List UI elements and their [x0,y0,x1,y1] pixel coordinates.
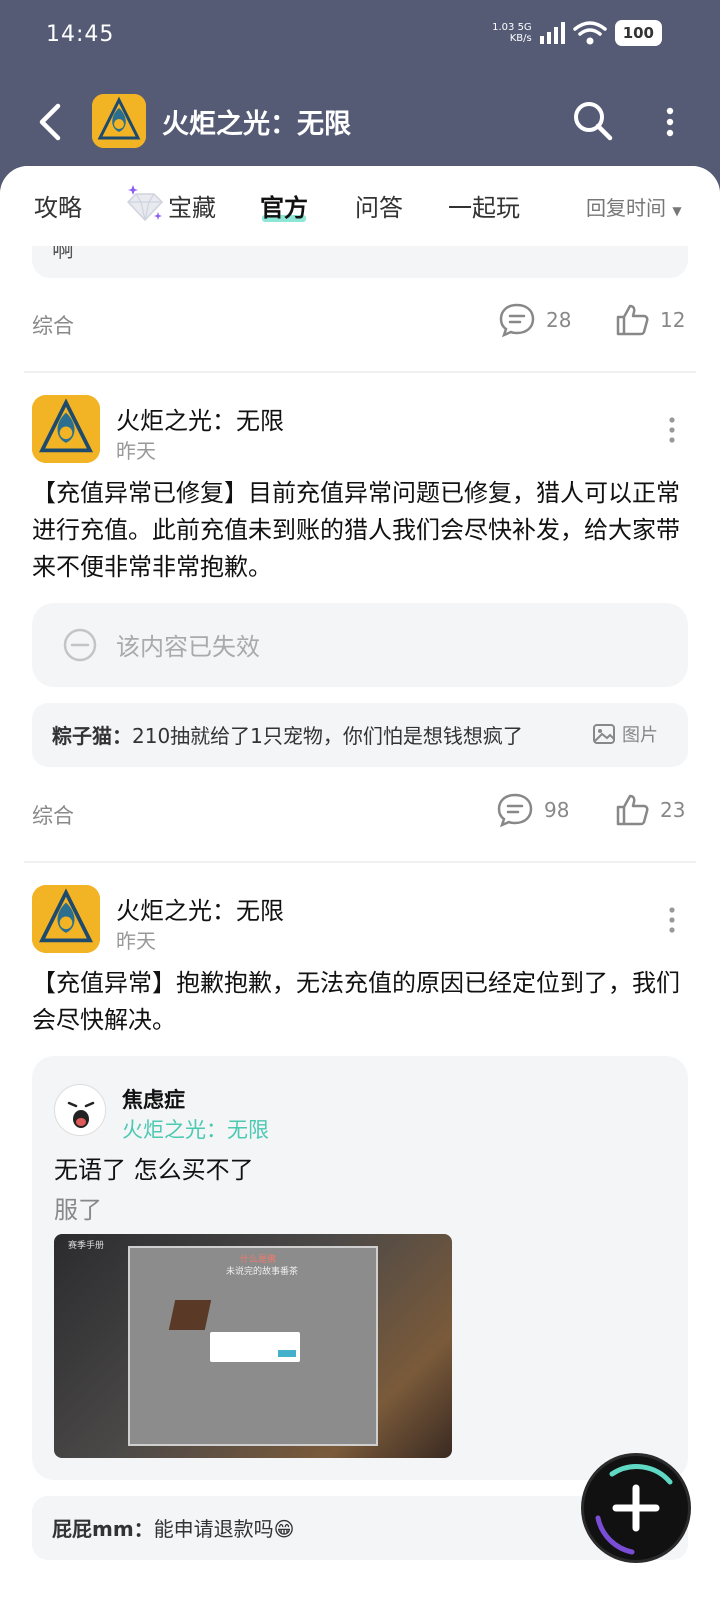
net-speed: 1.03 5G KB/s [492,22,532,44]
sort-label: 回复时间 [586,196,666,220]
tab-play-together[interactable]: 一起玩 [448,188,520,223]
more-vertical-icon[interactable] [650,102,690,142]
invalid-content-box: 该内容已失效 [32,603,688,687]
post-date: 昨天 [116,929,156,953]
wifi-icon [572,21,607,45]
minus-circle-icon [63,628,97,662]
quote-text: 无语了 怎么买不了 [54,1156,254,1184]
comment-count-button[interactable]: 98 [496,792,569,828]
prev-post-footer: 综合 28 12 [0,298,720,348]
page-title: 火炬之光：无限 [162,109,351,140]
thumbs-up-icon [616,304,649,336]
sort-dropdown[interactable]: 回复时间 ▼ [586,192,682,221]
status-right: 1.03 5G KB/s 100 [492,20,662,46]
post-body[interactable]: 【充值异常】抱歉抱歉，无法充值的原因已经定位到了，我们会尽快解决。 [32,965,692,1039]
author-avatar[interactable] [32,885,100,953]
comment-content: 210抽就给了1只宠物，你们怕是想钱想疯了 [132,724,523,748]
diamond-icon [126,185,164,222]
post-more-icon[interactable] [660,905,684,935]
image-tag-label: 图片 [622,725,658,746]
post-more-icon[interactable] [660,415,684,445]
battery-indicator: 100 [614,20,662,46]
comment-content: 能申请退款吗😁 [153,1517,295,1541]
top-comment[interactable]: 粽子猫：210抽就给了1只宠物，你们怕是想钱想疯了 图片 [32,703,688,767]
status-bar: 14:45 1.03 5G KB/s 100 [0,0,720,72]
post-header: 火炬之光：无限 昨天 [0,395,720,467]
create-post-button[interactable] [584,1456,688,1560]
category-label: 综合 [32,314,74,338]
user-avatar[interactable] [54,1084,106,1136]
dialog-input-shape [210,1332,300,1362]
comment-user: 屁屁mm： [52,1517,154,1541]
net-speed-unit: KB/s [509,33,532,44]
chest-shape [168,1300,212,1330]
like-button[interactable]: 12 [614,302,685,338]
comment-icon [499,303,535,338]
comment-count: 98 [544,798,570,822]
tab-bar: 攻略 宝藏 官方 问答 一起玩 回复时间 ▼ [0,166,720,246]
comment-count: 28 [546,308,572,332]
thumbs-up-icon [616,794,649,826]
quoted-post[interactable]: 焦虑症 火炬之光：无限 无语了 怎么买不了 服了 赛季手册 什么是佛 未说完的故… [32,1056,688,1480]
back-arrow-icon[interactable] [32,100,72,144]
post-footer: 综合 98 23 [0,788,720,838]
author-name[interactable]: 火炬之光：无限 [116,401,284,436]
status-time: 14:45 [46,22,115,47]
like-button[interactable]: 23 [614,792,685,828]
like-count: 23 [660,798,686,822]
divider [24,861,696,863]
screenshot-image[interactable]: 赛季手册 什么是佛 未说完的故事番茶 [54,1234,452,1458]
image-icon [593,724,615,744]
dialog-button-shape [278,1350,296,1357]
image-dialog: 什么是佛 未说完的故事番茶 [128,1246,378,1446]
game-logo-icon [92,94,146,148]
category-label: 综合 [32,804,74,828]
quote-user-name[interactable]: 焦虑症 [122,1084,185,1114]
image-back-label: 赛季手册 [68,1241,105,1251]
tab-qa[interactable]: 问答 [355,188,403,223]
comment-icon [497,793,533,828]
plus-icon [595,1464,673,1555]
comment-count-button[interactable]: 28 [498,302,571,338]
author-avatar[interactable] [32,395,100,463]
post-date: 昨天 [116,439,156,463]
search-icon[interactable] [570,98,616,144]
image-tag: 图片 [592,721,658,747]
divider [24,371,696,373]
caret-down-icon: ▼ [672,204,682,218]
tab-official-label: 官方 [260,194,308,222]
quote-game-tag[interactable]: 火炬之光：无限 [122,1114,269,1144]
app-header: 火炬之光：无限 [0,72,720,170]
comment-user: 粽子猫： [52,724,132,748]
author-name[interactable]: 火炬之光：无限 [116,891,284,926]
invalid-content-text: 该内容已失效 [116,633,260,661]
net-type: 5G [517,22,532,33]
content-sheet: 啊 综合 28 12 火炬之光：无限 昨天 【充值异常已修复】目前充值异常问题已… [0,166,720,1601]
top-comment-text: 屁屁mm：能申请退款吗😁 [52,1513,295,1542]
tab-official[interactable]: 官方 [260,188,308,223]
like-count: 12 [660,308,686,332]
tab-guide[interactable]: 攻略 [34,188,82,223]
net-speed-value: 1.03 [492,22,515,33]
image-dialog-subtitle: 未说完的故事番茶 [226,1267,299,1277]
post-header: 火炬之光：无限 昨天 [0,885,720,957]
post-body[interactable]: 【充值异常已修复】目前充值异常问题已修复，猎人可以正常进行充值。此前充值未到账的… [32,475,692,586]
quote-text-secondary: 服了 [54,1196,102,1224]
top-comment-text: 粽子猫：210抽就给了1只宠物，你们怕是想钱想疯了 [52,720,523,749]
cell-signal-icon [539,22,565,44]
tab-treasure[interactable]: 宝藏 [168,188,216,223]
